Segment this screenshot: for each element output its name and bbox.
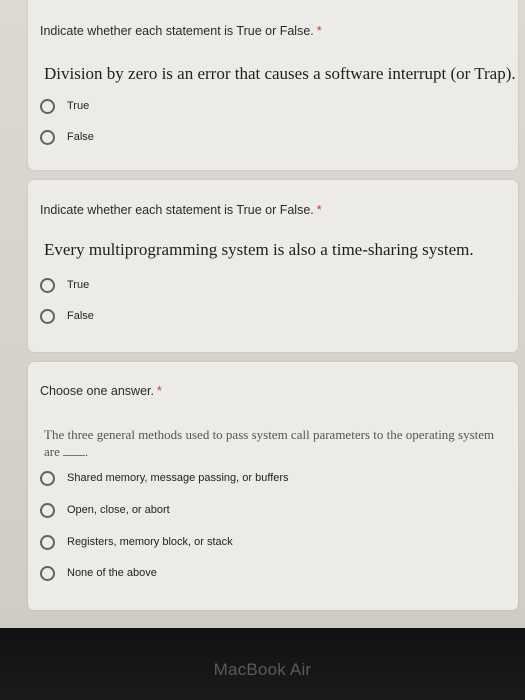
- option-true[interactable]: True: [40, 276, 89, 294]
- answer-blank: [62, 455, 85, 456]
- option-label: False: [67, 310, 94, 322]
- option-label: False: [67, 131, 94, 143]
- option-open-close[interactable]: Open, close, or abort: [40, 501, 170, 519]
- question-prompt: Indicate whether each statement is True …: [40, 203, 322, 217]
- option-registers[interactable]: Registers, memory block, or stack: [40, 533, 233, 551]
- radio-button[interactable]: [40, 534, 55, 550]
- required-asterisk: *: [316, 24, 322, 38]
- option-label: Open, close, or abort: [67, 504, 170, 516]
- radio-button[interactable]: [40, 98, 55, 114]
- required-asterisk: *: [316, 203, 322, 217]
- radio-button[interactable]: [40, 277, 55, 293]
- question-statement: Every multiprogramming system is also a …: [44, 240, 474, 259]
- question-prompt: Indicate whether each statement is True …: [40, 24, 322, 38]
- question-card-1: Indicate whether each statement is True …: [28, 0, 518, 170]
- radio-button[interactable]: [40, 502, 55, 518]
- required-asterisk: *: [156, 384, 162, 398]
- option-shared-memory[interactable]: Shared memory, message passing, or buffe…: [40, 469, 289, 487]
- question-prompt: Choose one answer. *: [40, 384, 162, 398]
- option-label: True: [67, 279, 90, 291]
- option-label: None of the above: [67, 567, 157, 579]
- option-none[interactable]: None of the above: [40, 564, 157, 582]
- option-false[interactable]: False: [40, 128, 94, 146]
- device-label: MacBook Air: [213, 660, 312, 679]
- option-false[interactable]: False: [40, 307, 94, 325]
- option-label: Registers, memory block, or stack: [67, 536, 233, 548]
- option-label: Shared memory, message passing, or buffe…: [67, 472, 289, 484]
- form-screen: Indicate whether each statement is True …: [0, 0, 525, 628]
- question-card-3: Choose one answer. * The three general me…: [28, 362, 518, 610]
- option-true[interactable]: True: [40, 97, 89, 115]
- radio-button[interactable]: [40, 129, 55, 145]
- radio-button[interactable]: [40, 565, 55, 581]
- question-statement: The three general methods used to pass s…: [44, 427, 495, 459]
- question-card-2: Indicate whether each statement is True …: [28, 180, 518, 352]
- radio-button[interactable]: [40, 308, 55, 324]
- option-label: True: [67, 100, 90, 112]
- question-statement: Division by zero is an error that causes…: [44, 64, 516, 83]
- radio-button[interactable]: [40, 470, 55, 486]
